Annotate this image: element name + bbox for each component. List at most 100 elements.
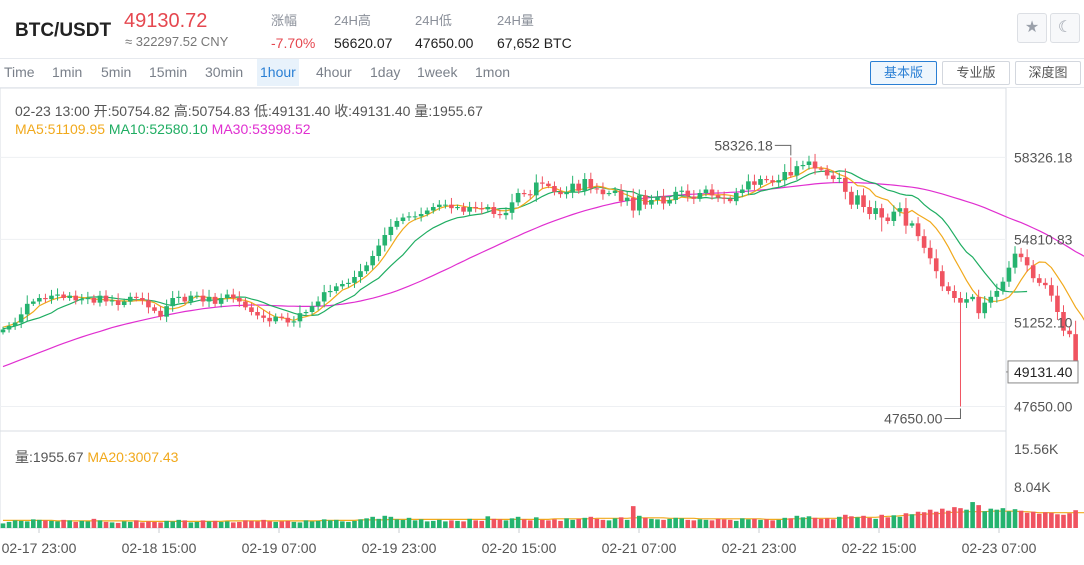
candle-up xyxy=(400,217,406,221)
volume-bar xyxy=(794,515,800,528)
volume-bar xyxy=(18,520,24,528)
candle-up xyxy=(1006,267,1012,282)
basic-view-button[interactable]: 基本版 xyxy=(870,61,937,85)
candle-up xyxy=(746,181,751,190)
tab-1week[interactable]: 1week xyxy=(414,59,460,86)
volume-bar xyxy=(261,519,266,528)
volume-bar xyxy=(400,519,406,528)
volume-bar xyxy=(982,511,988,528)
volume-bar xyxy=(503,520,509,528)
volume-bar xyxy=(673,517,678,528)
candle-up xyxy=(673,191,678,200)
candle-up xyxy=(79,299,85,301)
tab-time[interactable]: Time xyxy=(1,59,38,86)
price-tick-label: 51252.10 xyxy=(1014,314,1073,330)
stat-volume-label: 24H量 xyxy=(497,13,534,28)
volume-bar xyxy=(940,508,945,528)
volume-bar xyxy=(491,518,497,528)
volume-bar xyxy=(582,517,588,528)
candle-up xyxy=(218,298,224,304)
volume-bar xyxy=(115,522,121,528)
candle-up xyxy=(188,295,194,302)
volume-bar xyxy=(1049,512,1054,528)
volume-bar xyxy=(49,520,54,528)
candle-down xyxy=(727,198,733,202)
candle-up xyxy=(758,179,763,185)
candle-up xyxy=(897,208,903,212)
tab-1mon[interactable]: 1mon xyxy=(472,59,513,86)
volume-bar xyxy=(134,520,139,528)
price-tick-label: 47650.00 xyxy=(1014,399,1073,415)
volume-bar xyxy=(340,521,345,528)
tab-5min[interactable]: 5min xyxy=(98,59,134,86)
volume-bar xyxy=(649,518,654,528)
volume-bar xyxy=(31,519,36,528)
stat-change-value: -7.70% xyxy=(271,35,316,51)
candle-down xyxy=(158,310,163,317)
candle-down xyxy=(497,214,503,216)
candle-down xyxy=(952,291,957,298)
candle-up xyxy=(649,200,654,205)
volume-bar xyxy=(533,517,539,528)
volume-bar xyxy=(364,518,369,528)
candle-up xyxy=(303,312,309,314)
candle-up xyxy=(376,245,382,256)
volume-bar xyxy=(521,519,527,528)
volume-bar xyxy=(73,521,79,528)
volume-legend: 量:1955.67 MA20:3007.43 xyxy=(15,447,178,467)
candle-down xyxy=(558,191,563,195)
candle-up xyxy=(1000,281,1006,291)
tab-15min[interactable]: 15min xyxy=(146,59,190,86)
volume-bar xyxy=(855,517,860,528)
candle-down xyxy=(576,183,581,191)
candle-down xyxy=(843,177,848,192)
candle-up xyxy=(164,306,169,317)
candle-up xyxy=(443,204,448,206)
volume-bar xyxy=(473,520,478,528)
pair-name[interactable]: BTC/USDT xyxy=(15,20,111,42)
volume-bar xyxy=(455,520,460,528)
tab-1day[interactable]: 1day xyxy=(367,59,403,86)
candle-up xyxy=(503,212,509,216)
volume-bar xyxy=(418,519,424,528)
volume-bar xyxy=(752,518,757,528)
candle-down xyxy=(1030,265,1036,279)
candle-down xyxy=(521,193,527,195)
tab-1hour[interactable]: 1hour xyxy=(257,59,299,86)
candlestick-chart[interactable]: 58326.18 54810.83 51252.10 47650.00 15.56K 8.… xyxy=(0,88,1084,565)
candle-up xyxy=(637,195,642,211)
volume-bar xyxy=(830,519,836,528)
candle-up xyxy=(733,193,739,202)
star-icon[interactable]: ★ xyxy=(1017,13,1047,43)
candle-down xyxy=(140,298,145,301)
candle-down xyxy=(594,188,600,190)
candle-up xyxy=(606,193,612,195)
tab-4hour[interactable]: 4hour xyxy=(313,59,355,86)
candle-down xyxy=(715,195,721,198)
candle-down xyxy=(1049,285,1054,296)
volume-bar xyxy=(655,519,660,528)
volume-bar xyxy=(824,518,830,528)
volume-bar xyxy=(879,514,884,528)
candle-up xyxy=(776,180,781,183)
volume-bar xyxy=(188,522,194,528)
volume-bar xyxy=(406,517,412,528)
candle-up xyxy=(406,216,412,218)
volume-bar xyxy=(412,520,418,528)
volume-bar xyxy=(55,521,60,528)
depth-view-button[interactable]: 深度图 xyxy=(1015,61,1081,85)
candle-up xyxy=(970,296,975,300)
candle-down xyxy=(691,196,697,199)
moon-icon[interactable]: ☾ xyxy=(1050,13,1080,43)
tab-1min[interactable]: 1min xyxy=(49,59,85,86)
candle-up xyxy=(794,166,800,176)
candle-up xyxy=(382,235,388,246)
volume-bar xyxy=(12,520,18,528)
volume-bar xyxy=(818,518,824,528)
tab-30min[interactable]: 30min xyxy=(202,59,246,86)
volume-bar xyxy=(776,519,781,528)
volume-bar xyxy=(182,520,188,528)
max-marker-line xyxy=(774,144,792,156)
pro-view-button[interactable]: 专业版 xyxy=(942,61,1010,85)
volume-bar xyxy=(558,520,563,528)
